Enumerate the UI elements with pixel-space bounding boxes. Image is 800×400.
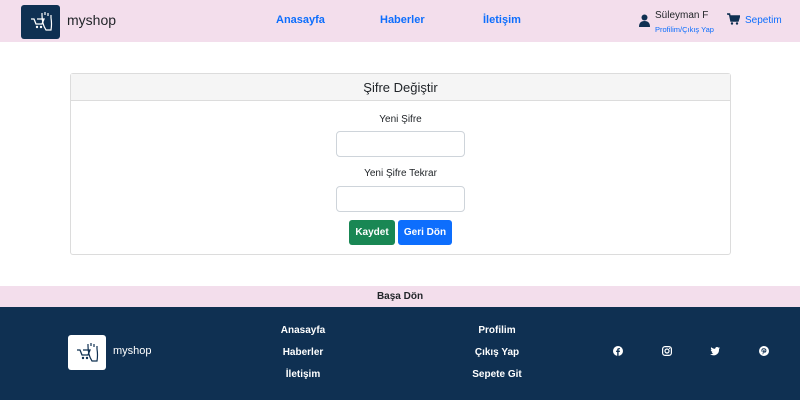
hand-cart-logo-icon	[30, 12, 52, 31]
cart-icon[interactable]	[727, 13, 740, 25]
footer-link-haberler[interactable]: Haberler	[243, 347, 363, 358]
save-button[interactable]: Kaydet	[349, 220, 395, 245]
footer-link-profilim[interactable]: Profilim	[437, 325, 557, 336]
new-password-label: Yeni Şifre	[379, 114, 422, 125]
change-password-card: Şifre Değiştir Yeni Şifre Yeni Şifre Tek…	[70, 73, 731, 255]
back-button[interactable]: Geri Dön	[398, 220, 452, 245]
facebook-icon[interactable]	[613, 346, 623, 356]
nav-haberler[interactable]: Haberler	[380, 14, 425, 26]
footer: myshop Anasayfa Haberler İletişim Profil…	[0, 307, 800, 400]
twitter-icon[interactable]	[710, 346, 720, 356]
footer-brand[interactable]: myshop	[113, 345, 152, 357]
repeat-password-label: Yeni Şifre Tekrar	[364, 168, 437, 179]
new-password-input[interactable]	[336, 131, 465, 157]
footer-link-anasayfa[interactable]: Anasayfa	[243, 325, 363, 336]
pinterest-icon[interactable]	[759, 346, 769, 356]
user-icon	[639, 14, 650, 27]
user-name: Süleyman F	[655, 10, 709, 21]
back-to-top-button[interactable]: Başa Dön	[0, 286, 800, 307]
repeat-password-input[interactable]	[336, 186, 465, 212]
instagram-icon[interactable]	[662, 346, 672, 356]
profile-logout-link[interactable]: Profilim/Çıkış Yap	[655, 25, 714, 34]
footer-link-sepete-git[interactable]: Sepete Git	[437, 369, 557, 380]
footer-link-iletisim[interactable]: İletişim	[243, 369, 363, 380]
nav-iletisim[interactable]: İletişim	[483, 14, 521, 26]
card-title: Şifre Değiştir	[71, 74, 730, 101]
top-navbar: myshop Anasayfa Haberler İletişim Süleym…	[0, 0, 800, 42]
footer-link-cikis-yap[interactable]: Çıkış Yap	[437, 347, 557, 358]
brand-name[interactable]: myshop	[67, 12, 116, 28]
brand-logo[interactable]	[21, 5, 60, 39]
footer-logo[interactable]	[68, 335, 106, 370]
cart-link[interactable]: Sepetim	[745, 15, 782, 26]
nav-anasayfa[interactable]: Anasayfa	[276, 14, 325, 26]
hand-cart-logo-icon	[77, 342, 99, 362]
